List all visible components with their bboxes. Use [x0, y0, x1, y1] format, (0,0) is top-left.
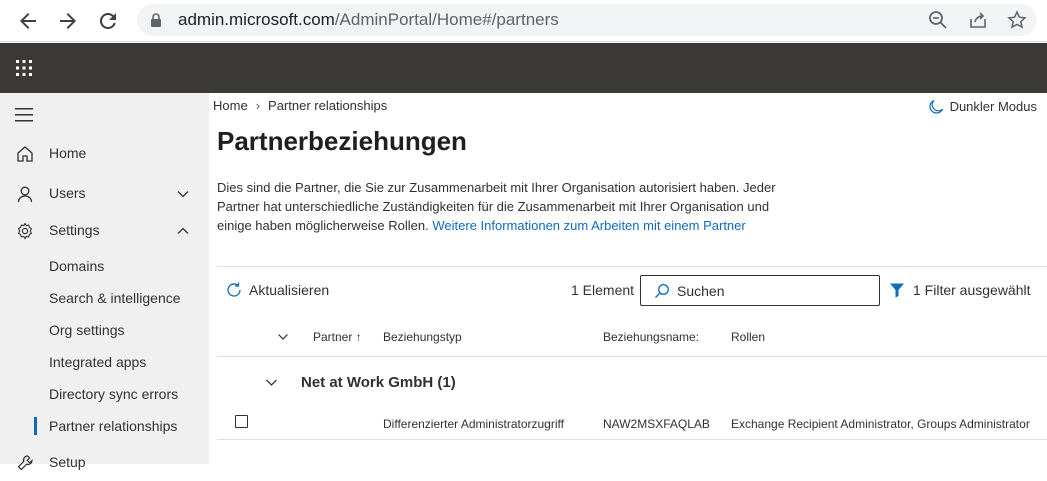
- active-indicator: [34, 417, 37, 435]
- sidebar-subitem-label: Domains: [49, 258, 105, 274]
- filter-icon: [890, 283, 904, 298]
- search-box[interactable]: [640, 275, 880, 306]
- collapse-all-chevron-icon[interactable]: [277, 331, 289, 343]
- divider: [217, 266, 1047, 267]
- main-content: Home › Partner relationships Dunkler Modus…: [209, 93, 1047, 464]
- zoom-icon[interactable]: [928, 10, 948, 30]
- gear-icon: [17, 222, 33, 240]
- column-header-partner[interactable]: Partner ↑: [313, 330, 362, 344]
- reload-icon[interactable]: [96, 9, 120, 33]
- sidebar-subitem-label: Directory sync errors: [49, 386, 179, 402]
- address-bar[interactable]: admin.microsoft.com/AdminPortal/Home#/pa…: [137, 4, 1037, 36]
- moon-icon: [928, 99, 943, 114]
- back-arrow-icon[interactable]: [16, 9, 40, 33]
- item-count: 1 Element: [571, 282, 635, 298]
- share-icon[interactable]: [968, 10, 988, 30]
- refresh-icon: [227, 282, 241, 297]
- app-launcher-icon[interactable]: [0, 43, 48, 93]
- sidebar-subitem-label: Integrated apps: [49, 354, 147, 370]
- sidebar-item-label: Settings: [49, 222, 100, 238]
- sidebar-subitem-label: Partner relationships: [49, 418, 178, 434]
- sidebar-item-users[interactable]: Users: [0, 176, 209, 212]
- breadcrumb: Home › Partner relationships: [213, 98, 387, 113]
- sidebar-subitem-partner-relationships[interactable]: Partner relationships: [0, 411, 209, 443]
- url-text: admin.microsoft.com/AdminPortal/Home#/pa…: [178, 10, 559, 29]
- page-title: Partnerbeziehungen: [217, 126, 467, 156]
- suite-header: [0, 43, 1047, 93]
- table-row[interactable]: Differenzierter Administratorzugriff NAW…: [217, 406, 1047, 440]
- cell-roles: Exchange Recipient Administrator, Groups…: [731, 417, 1030, 431]
- table-header: Partner ↑ Beziehungstyp Beziehungsname: …: [217, 323, 1047, 357]
- sidebar-item-settings[interactable]: Settings: [0, 213, 209, 249]
- person-icon: [17, 186, 33, 203]
- lock-icon: [151, 13, 161, 27]
- sidebar-item-home[interactable]: Home: [0, 136, 209, 172]
- sidebar-subitem-search-intelligence[interactable]: Search & intelligence: [0, 283, 209, 315]
- learn-more-link[interactable]: Weitere Informationen zum Arbeiten mit e…: [432, 218, 745, 233]
- home-icon: [17, 146, 33, 162]
- row-checkbox[interactable]: [235, 415, 248, 428]
- group-header-row[interactable]: Net at Work GmbH (1): [217, 368, 1047, 398]
- group-name: Net at Work GmbH (1): [301, 374, 456, 391]
- page-description: Dies sind die Partner, die Sie zur Zusam…: [217, 178, 777, 235]
- sidebar-subitem-directory-sync-errors[interactable]: Directory sync errors: [0, 379, 209, 411]
- dark-mode-label: Dunkler Modus: [949, 99, 1037, 114]
- cell-relationship-name: NAW2MSXFAQLAB: [603, 417, 710, 431]
- dark-mode-toggle[interactable]: Dunkler Modus: [928, 99, 1037, 114]
- cell-relationship-type: Differenzierter Administratorzugriff: [383, 417, 564, 431]
- hamburger-menu-icon[interactable]: [15, 108, 35, 122]
- sidebar-item-label: Home: [49, 145, 87, 161]
- forward-arrow-icon[interactable]: [56, 9, 80, 33]
- wrench-icon: [17, 455, 33, 471]
- search-input[interactable]: [677, 281, 867, 301]
- sidebar-subitem-org-settings[interactable]: Org settings: [0, 315, 209, 347]
- filter-label: 1 Filter ausgewählt: [913, 282, 1031, 298]
- sidebar-subitem-label: Org settings: [49, 322, 125, 338]
- sidebar-subitem-domains[interactable]: Domains: [0, 251, 209, 283]
- left-navigation: Home Users Settings Domains Search & int…: [0, 93, 209, 471]
- breadcrumb-home[interactable]: Home: [213, 98, 248, 113]
- column-header-relationship-type[interactable]: Beziehungstyp: [383, 330, 462, 344]
- chevron-down-icon: [177, 191, 189, 198]
- chevron-down-icon[interactable]: [265, 376, 278, 389]
- sidebar-item-label: Setup: [49, 454, 86, 470]
- bookmark-star-icon[interactable]: [1007, 10, 1027, 30]
- browser-toolbar: admin.microsoft.com/AdminPortal/Home#/pa…: [0, 0, 1047, 42]
- sidebar-subitem-integrated-apps[interactable]: Integrated apps: [0, 347, 209, 379]
- column-header-roles[interactable]: Rollen: [731, 330, 765, 344]
- chevron-up-icon: [177, 227, 189, 234]
- breadcrumb-current: Partner relationships: [268, 98, 388, 113]
- refresh-label: Aktualisieren: [249, 282, 330, 298]
- search-icon: [655, 284, 669, 298]
- sidebar-subitem-label: Search & intelligence: [49, 290, 181, 306]
- sidebar-item-setup[interactable]: Setup: [0, 445, 209, 481]
- chevron-right-icon: ›: [255, 98, 261, 113]
- column-header-relationship-name[interactable]: Beziehungsname:: [603, 330, 699, 344]
- sidebar-item-label: Users: [49, 185, 86, 201]
